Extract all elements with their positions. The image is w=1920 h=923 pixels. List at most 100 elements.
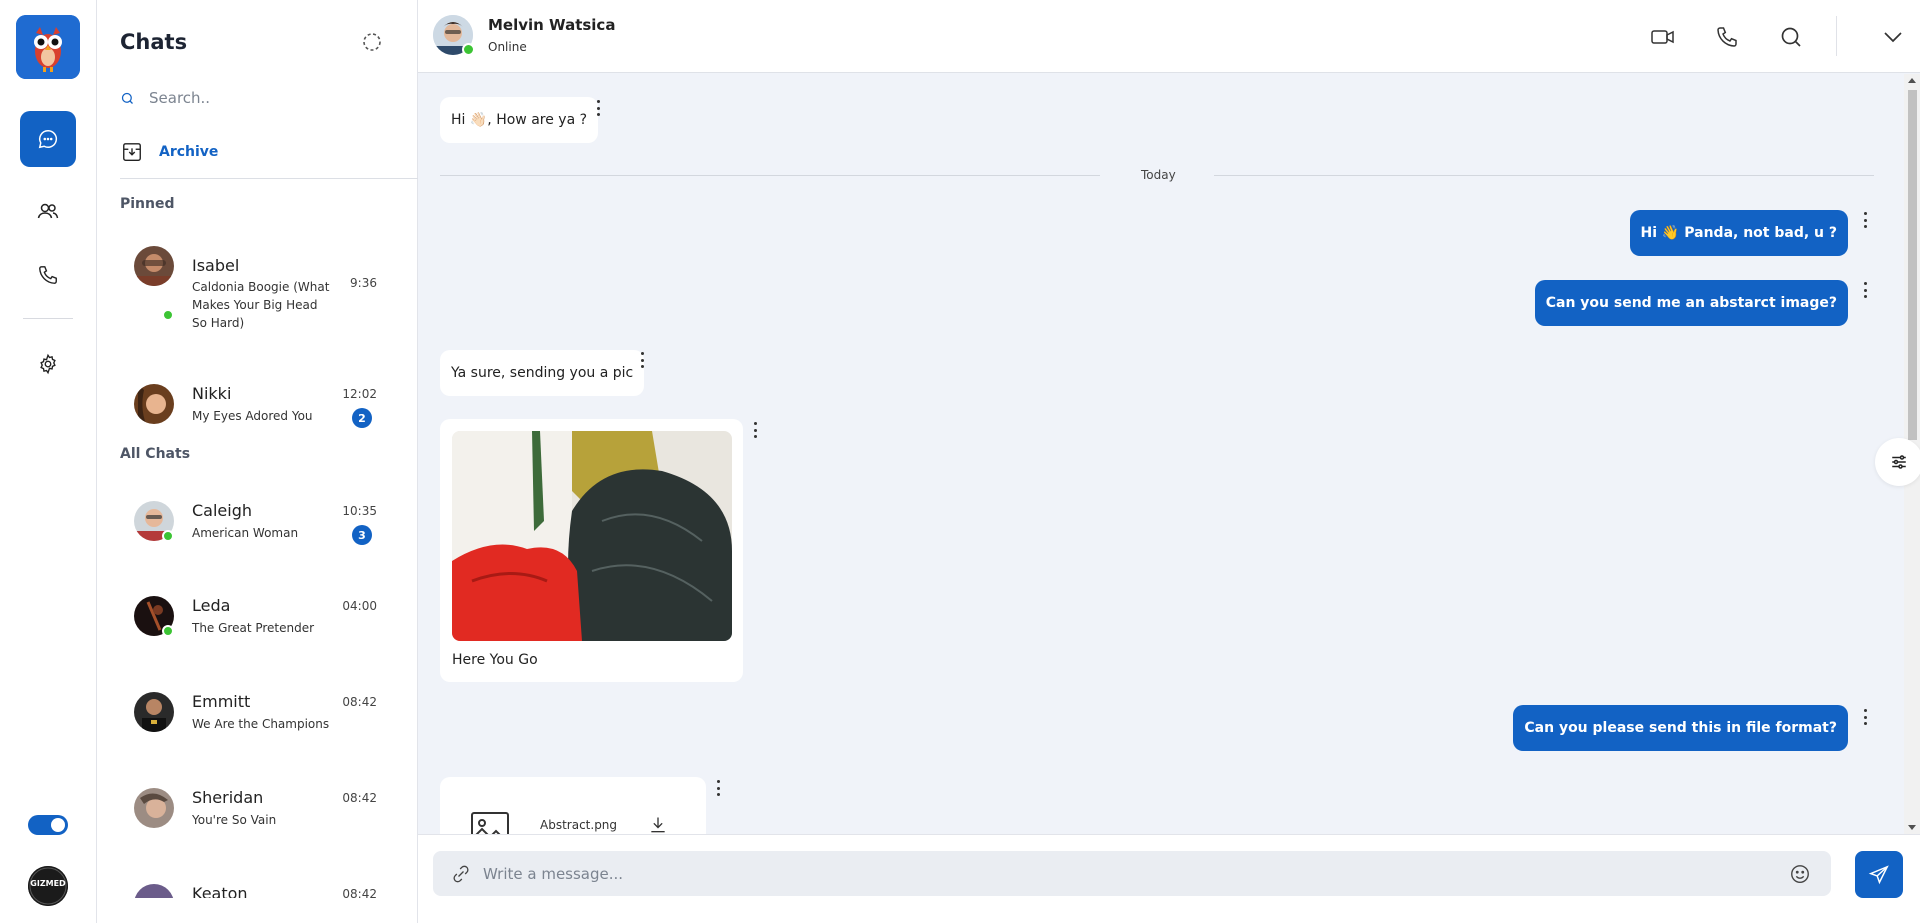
contact-name[interactable]: Melvin Watsica <box>488 16 615 34</box>
chat-list: Pinned Isabel Caldonia Boogie (What Make… <box>97 196 377 898</box>
message-time: 04:00 <box>342 599 377 613</box>
last-message: We Are the Champions <box>192 717 330 731</box>
download-icon[interactable] <box>648 815 668 834</box>
users-icon <box>37 203 59 219</box>
chat-bubble-icon <box>38 130 58 149</box>
last-message: The Great Pretender <box>192 621 315 635</box>
message-options-icon[interactable] <box>752 422 758 438</box>
pinned-heading: Pinned <box>120 196 175 212</box>
avatar-text: GIZMED <box>30 879 66 888</box>
message-options-icon[interactable] <box>1862 282 1868 298</box>
scroll-down-arrow[interactable] <box>1908 825 1916 830</box>
composer-box <box>433 851 1831 896</box>
header-divider <box>1836 16 1837 56</box>
last-message: Caldonia Boogie (What Makes Your Big Hea… <box>192 280 330 330</box>
new-chat-circle-dashed-icon[interactable] <box>362 32 382 52</box>
last-message: You're So Vain <box>192 813 277 827</box>
send-icon <box>1868 864 1889 884</box>
online-indicator <box>162 530 174 542</box>
nav-chats-button[interactable] <box>20 111 76 167</box>
file-message: Abstract.png <box>440 777 706 834</box>
image-file-icon <box>471 812 509 834</box>
online-indicator <box>462 43 475 56</box>
avatar <box>134 884 174 898</box>
message-time: 08:42 <box>342 791 377 805</box>
message-list: Hi 👋🏻, How are ya ? Today Hi 👋 Panda, no… <box>418 74 1904 834</box>
nav-contacts-button[interactable] <box>20 183 76 239</box>
contact-name: Emmitt <box>192 692 251 711</box>
rail-divider <box>23 318 73 319</box>
message-input[interactable] <box>483 864 1743 883</box>
unread-badge: 2 <box>352 408 372 428</box>
archive-label: Archive <box>159 144 219 160</box>
message-bubble: Can you send me an abstarct image? <box>1534 280 1848 326</box>
message-bubble: Hi 👋 Panda, not bad, u ? <box>1629 210 1848 256</box>
phone-icon <box>39 266 57 284</box>
phone-icon[interactable] <box>1714 24 1740 50</box>
message-options-icon[interactable] <box>595 100 601 116</box>
chat-item-leda[interactable]: Leda The Great Pretender 04:00 <box>97 596 377 656</box>
nav-calls-button[interactable] <box>20 247 76 303</box>
message-time: 9:36 <box>350 276 377 290</box>
conversation-header: Melvin Watsica Online <box>418 0 1920 73</box>
chat-item-keaton[interactable]: Keaton 08:42 <box>97 884 377 898</box>
message-options-icon[interactable] <box>715 780 721 796</box>
app-logo[interactable] <box>16 15 80 79</box>
search-icon[interactable] <box>1778 24 1804 50</box>
message-bubble: Can you please send this in file format? <box>1513 705 1848 751</box>
image-caption: Here You Go <box>452 652 538 668</box>
settings-toggle-button[interactable] <box>1875 438 1920 486</box>
contact-name: Leda <box>192 596 231 615</box>
online-indicator <box>162 625 174 637</box>
search-icon <box>121 92 133 104</box>
contact-name: Nikki <box>192 384 232 403</box>
message-composer <box>418 834 1920 923</box>
nav-rail: GIZMED <box>0 0 97 923</box>
contact-status: Online <box>488 40 527 54</box>
chat-item-emmitt[interactable]: Emmitt We Are the Champions 08:42 <box>97 692 377 752</box>
date-divider-line <box>440 175 1100 176</box>
panel-title: Chats <box>120 30 188 54</box>
scroll-up-arrow[interactable] <box>1908 78 1916 83</box>
message-bubble: Hi 👋🏻, How are ya ? <box>440 97 599 143</box>
video-icon[interactable] <box>1650 24 1676 50</box>
contact-name: Sheridan <box>192 788 264 807</box>
theme-toggle[interactable] <box>28 815 68 835</box>
last-message: American Woman <box>192 526 299 540</box>
message-bubble: Ya sure, sending you a pic <box>440 350 645 396</box>
search-bar <box>120 80 390 116</box>
contact-name: Keaton <box>192 884 248 898</box>
chat-item-isabel[interactable]: Isabel Caldonia Boogie (What Makes Your … <box>97 246 377 336</box>
file-name: Abstract.png <box>540 818 618 832</box>
paperclip-link-icon[interactable] <box>451 864 471 884</box>
contact-name: Caleigh <box>192 501 253 520</box>
nav-settings-button[interactable] <box>20 336 76 392</box>
gear-icon <box>40 353 56 375</box>
last-message: My Eyes Adored You <box>192 409 313 423</box>
date-divider-line <box>1214 175 1874 176</box>
user-avatar[interactable]: GIZMED <box>28 866 68 906</box>
avatar <box>134 246 174 286</box>
contact-name: Isabel <box>192 256 240 275</box>
archive-link[interactable]: Archive <box>121 141 218 163</box>
message-options-icon[interactable] <box>1862 709 1868 725</box>
message-options-icon[interactable] <box>639 352 645 368</box>
chevron-down-icon[interactable] <box>1880 24 1906 50</box>
message-time: 10:35 <box>342 504 377 518</box>
chat-item-sheridan[interactable]: Sheridan You're So Vain 08:42 <box>97 788 377 848</box>
chats-panel: Chats Archive Pinned Isabel Caldonia Boo… <box>97 0 490 923</box>
message-time: 08:42 <box>342 887 377 898</box>
emoji-smiley-icon[interactable] <box>1789 863 1811 885</box>
chat-item-nikki[interactable]: Nikki My Eyes Adored You 12:02 2 <box>97 384 377 444</box>
scroll-thumb[interactable] <box>1908 90 1917 440</box>
date-divider-label: Today <box>1141 168 1176 182</box>
message-time: 12:02 <box>342 387 377 401</box>
image-message: Here You Go <box>440 419 743 682</box>
send-button[interactable] <box>1855 851 1903 898</box>
unread-badge: 3 <box>352 525 372 545</box>
shared-image[interactable] <box>452 431 732 641</box>
archive-box-icon <box>123 143 141 161</box>
chat-item-caleigh[interactable]: Caleigh American Woman 10:35 3 <box>97 501 377 561</box>
message-options-icon[interactable] <box>1862 212 1868 228</box>
search-input[interactable] <box>149 89 349 107</box>
